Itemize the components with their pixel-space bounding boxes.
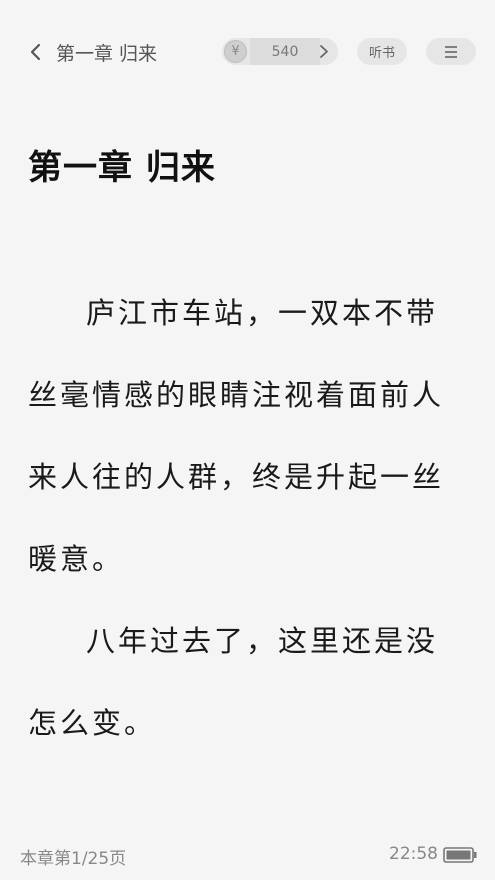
paragraph: 庐江市车站，一双本不带丝毫情感的眼睛注视着面前人来人往的人群，终是升起一丝暖意。	[28, 296, 445, 576]
yuan-coin-icon: ¥	[224, 40, 247, 63]
coin-balance-button[interactable]: ¥ 540	[222, 38, 338, 65]
chevron-right-icon	[320, 45, 328, 58]
page-progress: 本章第1/25页	[20, 849, 127, 869]
reader-top-bar: 第一章 归来 ¥ 540 听书	[0, 0, 495, 104]
hamburger-menu-icon	[445, 45, 457, 58]
battery-icon	[443, 847, 477, 863]
chapter-body[interactable]: 庐江市车站，一双本不带丝毫情感的眼睛注视着面前人来人往的人群，终是升起一丝暖意。…	[28, 272, 468, 764]
menu-button[interactable]	[426, 38, 476, 65]
reader-screen: 第一章 归来 ¥ 540 听书 第一章 归来 庐江市车站，一双本不带丝毫情感的眼…	[0, 0, 495, 880]
reader-footer: 本章第1/25页 22:58	[0, 836, 495, 876]
chapter-title: 第一章 归来	[28, 148, 216, 188]
back-button[interactable]: 第一章 归来	[28, 36, 157, 68]
coin-count: 540	[250, 38, 320, 65]
clock-time: 22:58	[389, 844, 438, 864]
header-chapter-title: 第一章 归来	[56, 42, 158, 65]
chevron-left-icon	[30, 43, 41, 61]
listen-book-button[interactable]: 听书	[357, 38, 407, 65]
paragraph: 八年过去了，这里还是没怎么变。	[28, 624, 439, 740]
